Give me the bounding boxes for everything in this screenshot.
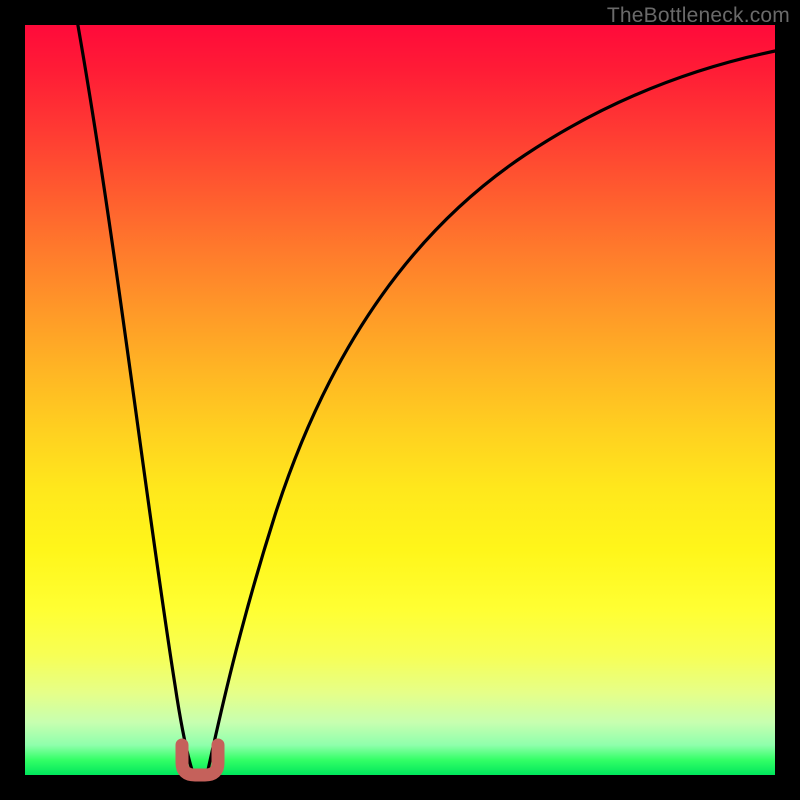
curve-left-branch xyxy=(77,20,192,770)
watermark-text: TheBottleneck.com xyxy=(607,4,790,28)
curve-right-branch xyxy=(208,50,780,770)
bottleneck-curve xyxy=(25,25,775,775)
chart-frame: TheBottleneck.com xyxy=(0,0,800,800)
minimum-marker xyxy=(182,745,218,775)
chart-plot-area xyxy=(25,25,775,775)
